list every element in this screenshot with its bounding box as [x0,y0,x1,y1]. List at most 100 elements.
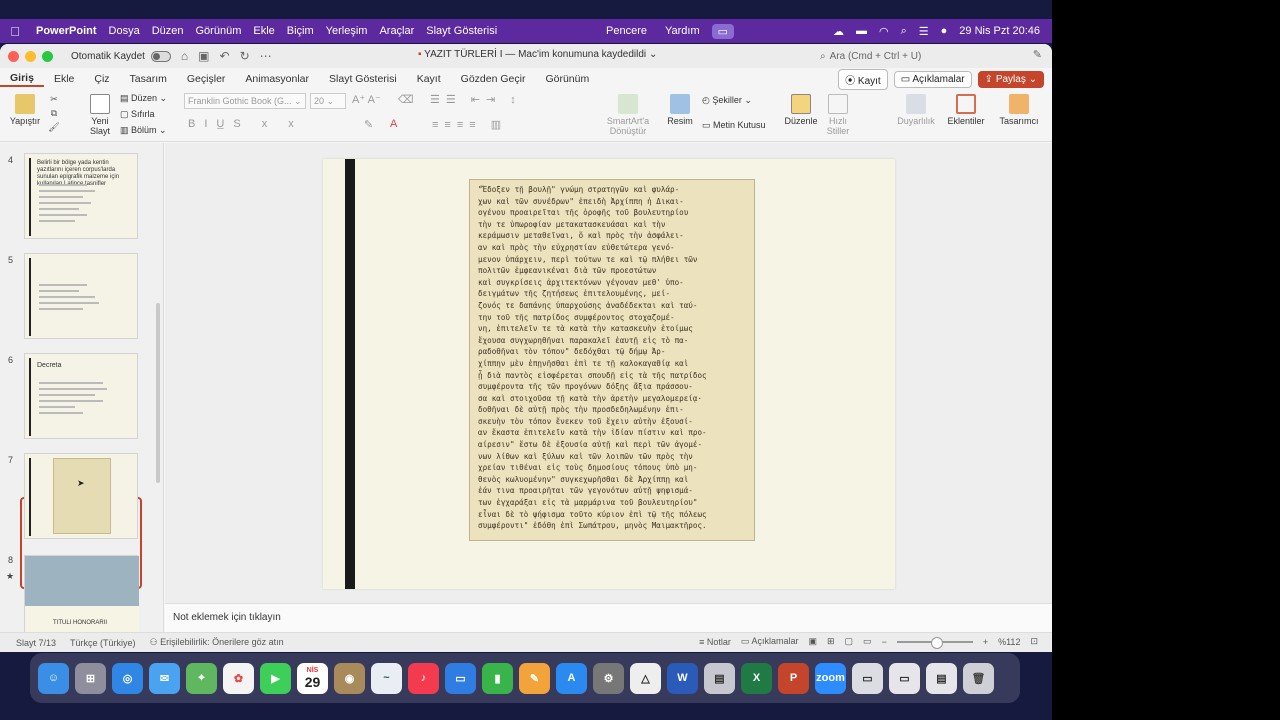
menu-dosya[interactable]: Dosya [103,25,146,37]
word-icon[interactable]: W [667,662,698,694]
slide-thumbnail-5[interactable] [24,253,138,339]
slide-thumbnail-7[interactable]: ➤ [24,453,138,539]
recent-doc-2-icon[interactable]: ▭ [889,662,920,694]
keynote-icon[interactable]: ▭ [445,662,476,694]
copy-icon[interactable]: ⧉ [46,108,62,119]
redo-icon[interactable]: ↻ [240,49,250,63]
freeform-icon[interactable]: ~ [371,662,402,694]
zoom-app-icon[interactable]: zoom [815,662,846,694]
slide-sorter-icon[interactable]: ⊞ [827,636,835,647]
app-store-icon[interactable]: A [556,662,587,694]
contacts-icon[interactable]: ◉ [334,662,365,694]
comments-toggle[interactable]: ▭ Açıklamalar [741,636,799,647]
slide-thumbnail-6[interactable]: Decreta [24,353,138,439]
menu-pencere[interactable]: Pencere [600,25,653,37]
menu-araclar[interactable]: Araçlar [373,25,420,37]
paste-button[interactable]: Yapıştır [8,94,42,126]
addins-button[interactable]: Eklentiler [946,94,986,126]
tab-gorunum[interactable]: Görünüm [535,73,599,85]
menu-bicim[interactable]: Biçim [281,25,320,37]
affinity-icon[interactable]: △ [630,662,661,694]
menu-ekle[interactable]: Ekle [247,25,280,37]
share-button[interactable]: ⇪ Paylaş ⌄ [977,70,1044,88]
shapes-button[interactable]: ◴ Şekiller ⌄ [702,95,752,106]
minimize-window-button[interactable] [25,50,36,62]
slide-thumbnail-4[interactable]: Belirli bir bölge yada kentin yazıtların… [24,153,138,239]
pages-icon[interactable]: ✎ [519,662,550,694]
arrange-button[interactable]: Düzenle [784,94,818,126]
font-size-select[interactable]: 20 ⌄ [310,93,346,109]
designer-button[interactable]: Tasarımcı [998,94,1040,126]
feedback-icon[interactable]: ✎ [1033,48,1042,61]
accessibility-status[interactable]: ⚇ Erişilebilirlik: Önerilere göz atın [150,637,284,648]
cloud-icon[interactable]: ☁ [833,25,844,38]
format-painter-icon[interactable]: 🖌 [46,122,62,133]
font-grow-icon[interactable]: A⁺ A⁻ [352,93,381,106]
tab-ekle[interactable]: Ekle [44,73,84,85]
tab-ciz[interactable]: Çiz [84,73,119,85]
menu-gorunum[interactable]: Görünüm [190,25,248,37]
slideshow-view-icon[interactable]: ▭ [863,636,872,647]
home-icon[interactable]: ⌂ [181,49,188,63]
launchpad-icon[interactable]: ⊞ [75,662,106,694]
siri-icon[interactable]: ● [941,25,948,37]
list-icons[interactable]: ☰☰ ⇤⇥ ↕ [430,93,522,106]
tab-slayt-gosterisi[interactable]: Slayt Gösterisi [319,73,407,85]
highlight-icon[interactable]: ✎ [364,118,373,131]
search-field[interactable]: ⌕ Ara (Cmd + Ctrl + U) [820,47,1020,65]
undo-icon[interactable]: ↶ [220,49,230,63]
finder-icon[interactable]: ☺ [38,662,69,694]
excel-icon[interactable]: X [741,662,772,694]
more-icon[interactable]: ⋯ [260,49,272,63]
tab-tasarim[interactable]: Tasarım [120,73,177,85]
comments-button[interactable]: ▭ Açıklamalar [893,70,972,88]
autosave-toggle[interactable] [150,50,171,62]
menu-duzen[interactable]: Düzen [146,25,190,37]
textbox-button[interactable]: ▭ Metin Kutusu [702,120,766,131]
screen-mirror-icon[interactable]: ▭ [711,23,735,39]
photos-icon[interactable]: ✿ [223,662,254,694]
powerpoint-dock-icon[interactable]: P [778,662,809,694]
normal-view-icon[interactable]: ▣ [808,636,817,647]
wifi-icon[interactable]: ◠ [879,25,889,38]
sensitivity-button[interactable]: Duyarlılık [896,94,936,126]
zoom-out-icon[interactable]: − [882,637,887,647]
trash-icon[interactable]: 🗑 [963,662,994,694]
tab-gecisler[interactable]: Geçişler [177,73,236,85]
tab-kayit[interactable]: Kayıt [407,73,451,85]
tab-gozden-gecir[interactable]: Gözden Geçir [451,73,536,85]
section-button[interactable]: ▥ Bölüm ⌄ [120,125,167,136]
menu-app-name[interactable]: PowerPoint [30,25,103,37]
notes-pane[interactable]: Not eklemek için tıklayın [165,603,1052,632]
mail-icon[interactable]: ✉ [149,662,180,694]
font-style-icons[interactable]: BIU̲S x x [188,118,303,130]
calendar-icon[interactable]: NİS 29 [297,662,328,694]
preview-icon[interactable]: ▤ [704,662,735,694]
reading-view-icon[interactable]: ▢ [845,636,854,647]
document-title[interactable]: ▪ YAZIT TÜRLERİ I — Mac'im konumuna kayd… [418,49,657,60]
fit-slide-icon[interactable]: ⊡ [1030,636,1038,647]
menu-yardim[interactable]: Yardım [659,25,706,37]
picture-button[interactable]: Resim [664,94,696,126]
new-slide-button[interactable]: Yeni Slayt [84,94,116,136]
align-icons[interactable]: ≡≡≡≡ ▥ [432,118,507,131]
zoom-window-button[interactable] [42,50,53,62]
cut-icon[interactable]: ✂ [46,94,62,105]
language-status[interactable]: Türkçe (Türkiye) [70,638,136,648]
numbers-icon[interactable]: ▮ [482,662,513,694]
zoom-in-icon[interactable]: + [983,637,988,647]
current-slide[interactable]: "Ἔδοξεν τῇ βουλῇ" γνώμη στρατηγῶν καὶ φυ… [323,159,895,589]
clear-format-icon[interactable]: ⌫ [398,93,414,106]
control-center-icon[interactable]: ☰ [919,25,929,38]
menu-slayt-gosterisi[interactable]: Slayt Gösterisi [420,25,503,37]
recent-doc-1-icon[interactable]: ▭ [852,662,883,694]
system-settings-icon[interactable]: ⚙ [593,662,624,694]
recent-doc-3-icon[interactable]: ▤ [926,662,957,694]
notes-toggle[interactable]: ≡ Notlar [699,637,731,647]
safari-icon[interactable]: ◎ [112,662,143,694]
battery-icon[interactable]: ▬ [856,25,867,37]
thumbnails-scrollbar[interactable] [156,303,160,483]
reset-button[interactable]: ▢ Sıfırla [120,109,155,120]
font-color-icon[interactable]: A [390,118,397,130]
font-name-select[interactable]: Franklin Gothic Book (G... ⌄ [184,93,306,109]
